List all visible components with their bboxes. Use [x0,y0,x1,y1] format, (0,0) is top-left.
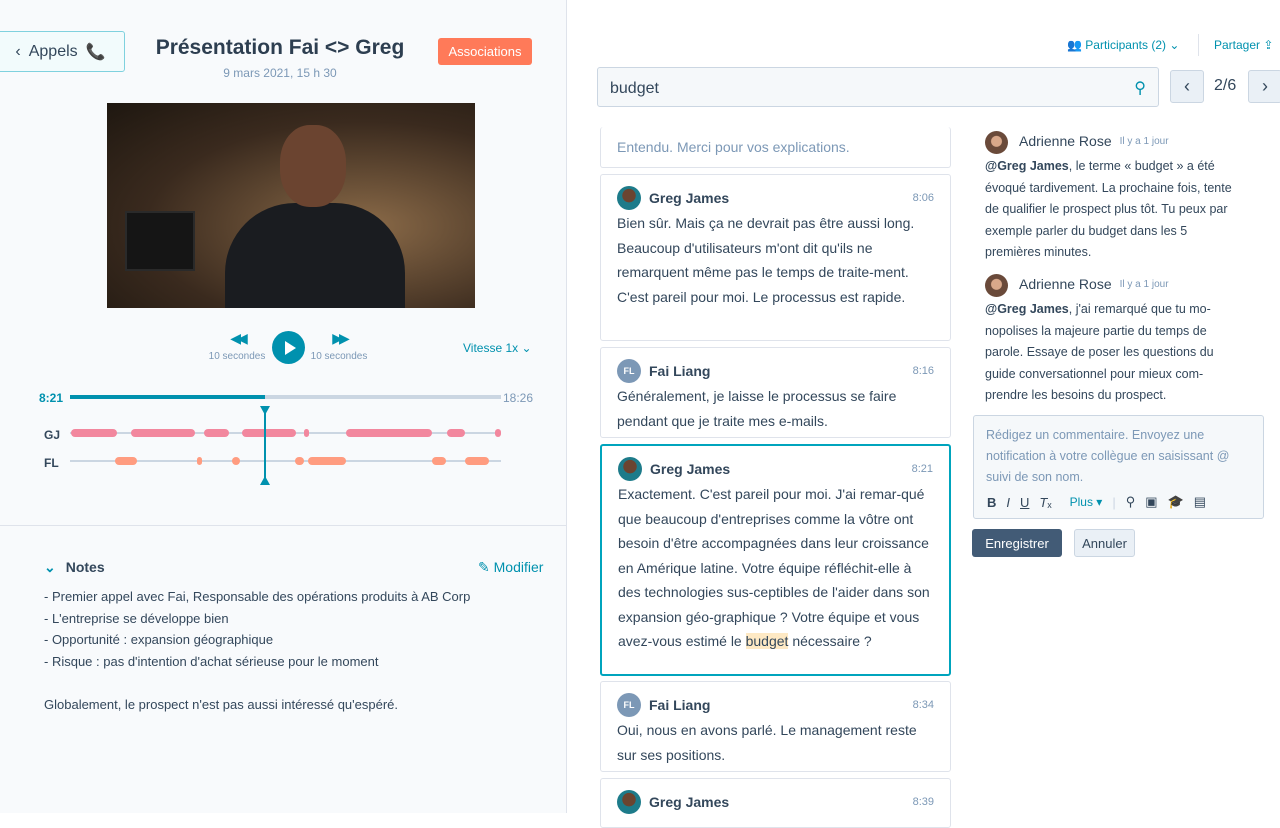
rewind-icon: ◀◀ [230,330,248,346]
participants-dropdown[interactable]: 👥 Participants (2) ⌄ [1067,38,1179,52]
clear-format-button[interactable]: Tₓ [1039,495,1051,510]
avatar: FL [617,693,641,717]
share-button[interactable]: Partager ⇪ [1214,38,1273,52]
speaker-track-gj[interactable] [70,429,501,437]
transcript-item[interactable]: FL Fai Liang 8:16 Généralement, je laisse l… [600,347,951,438]
comment-editor[interactable]: Rédigez un commentaire. Envoyez une noti… [973,415,1264,519]
link-icon[interactable]: ⚲ [1126,494,1136,510]
forward-button[interactable]: ▶▶ 10 secondes [304,330,374,362]
image-icon[interactable]: ▣ [1145,494,1157,510]
avatar [985,273,1008,297]
speech-segment[interactable] [303,429,309,437]
italic-button[interactable]: I [1006,495,1010,510]
avatar [618,457,642,481]
avatar: FL [617,359,641,383]
divider [0,525,567,526]
avatar [617,186,641,210]
back-to-calls-button[interactable]: ‹ Appels 📞 [0,31,125,72]
transcript-item-active[interactable]: Greg James 8:21 Exactement. C'est pareil p… [600,444,951,676]
rewind-button[interactable]: ◀◀ 10 secondes [202,330,272,362]
cancel-button[interactable]: Annuler [1074,529,1135,557]
speaker-track-fl[interactable] [70,457,501,465]
speaker-label: FL [44,456,59,470]
graduation-cap-icon[interactable]: 🎓 [1168,494,1184,510]
total-time: 18:26 [503,391,534,405]
speech-segment[interactable] [130,429,196,437]
speech-segment[interactable] [432,457,447,465]
pencil-icon: ✎ [478,559,490,575]
call-panel: ‹ Appels 📞 Présentation Fai <> Greg 9 mars… [0,0,567,813]
phone-icon: 📞 [85,43,106,61]
avatar [617,790,641,814]
transcript-search-input[interactable]: budget ⚲ [597,67,1159,107]
divider [1198,34,1199,56]
speech-segment[interactable] [494,429,501,437]
speech-segment[interactable] [70,429,117,437]
transcript-item[interactable]: FL Fai Liang 8:34 Oui, nous en avons parlé.… [600,681,951,772]
save-button[interactable]: Enregistrer [972,529,1062,557]
speech-segment[interactable] [114,457,137,465]
result-count: 2/6 [1214,77,1237,94]
transcript-item[interactable]: Greg James 8:06 Bien sûr. Mais ça ne devra… [600,174,951,341]
more-dropdown[interactable]: Plus ▾ [1070,495,1103,509]
speech-segment[interactable] [232,457,240,465]
speech-segment[interactable] [446,429,466,437]
page-title: Présentation Fai <> Greg [155,36,405,59]
edit-notes-button[interactable]: ✎ Modifier [478,559,543,576]
previous-result-button[interactable]: ‹ [1170,70,1204,103]
speech-segment[interactable] [464,457,490,465]
share-icon: ⇪ [1263,38,1274,52]
search-icon: ⚲ [1134,80,1146,97]
progress-bar[interactable] [70,395,501,399]
speaker-label: GJ [44,428,61,442]
comment: Adrienne Rose Il y a 1 jour @Greg James, l… [985,130,1235,264]
notes-toggle[interactable]: ⌄ Notes [44,559,105,576]
associations-button[interactable]: Associations [438,38,532,65]
speech-segment[interactable] [308,457,346,465]
current-time: 8:21 [39,391,64,405]
avatar [985,130,1008,154]
video-player[interactable] [107,103,475,308]
speech-segment[interactable] [294,457,304,465]
speech-segment[interactable] [345,429,433,437]
speech-segment[interactable] [241,429,296,437]
chevron-down-icon: ⌄ [1169,38,1180,52]
transcript-item[interactable]: Entendu. Merci pour vos explications. [600,127,951,168]
speech-segment[interactable] [196,457,202,465]
speech-segment[interactable] [204,429,230,437]
bold-button[interactable]: B [987,495,996,510]
call-date: 9 mars 2021, 15 h 30 [223,66,337,80]
comment: Adrienne Rose Il y a 1 jour @Greg James, j… [985,273,1235,407]
people-icon: 👥 [1067,38,1082,52]
fast-forward-icon: ▶▶ [332,330,350,346]
playhead-top-handle[interactable] [260,406,271,415]
transcript-item[interactable]: Greg James 8:39 [600,778,951,828]
speed-dropdown[interactable]: Vitesse 1x ⌄ [463,341,532,355]
play-button[interactable] [272,331,305,364]
chevron-down-icon: ⌄ [44,559,56,575]
chevron-left-icon: ‹ [15,42,21,60]
document-icon[interactable]: ▤ [1194,494,1206,510]
underline-button[interactable]: U [1020,495,1029,510]
playhead-bottom-handle[interactable] [260,476,271,485]
notes-content: - Premier appel avec Fai, Responsable de… [44,589,471,712]
chevron-down-icon: ⌄ [521,341,532,355]
search-highlight: budget [745,633,789,649]
next-result-button[interactable]: › [1248,70,1280,103]
playhead[interactable] [264,410,267,483]
